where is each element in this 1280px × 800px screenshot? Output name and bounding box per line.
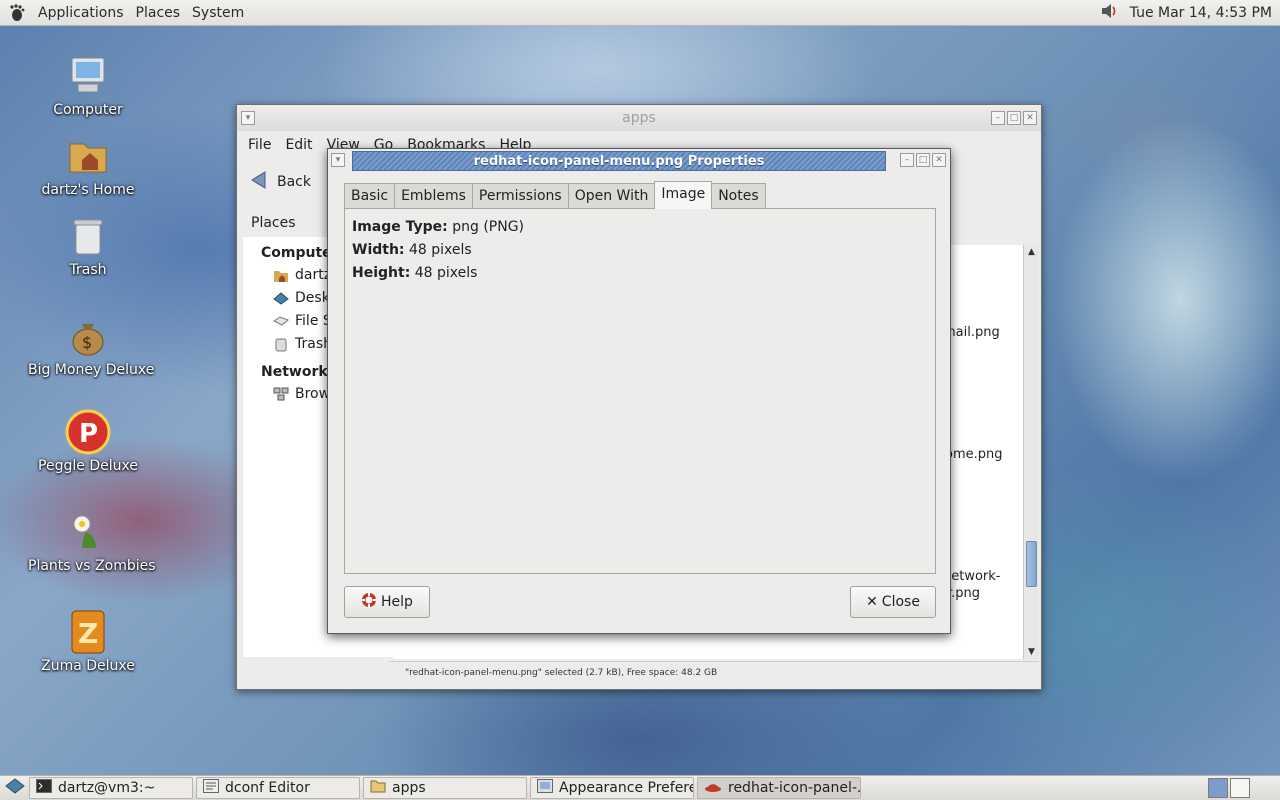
properties-dialog: ▾ redhat-icon-panel-menu.png Properties … — [327, 148, 951, 634]
back-arrow-icon — [249, 170, 269, 194]
width-row: Width: 48 pixels — [352, 242, 472, 258]
menu-file[interactable]: File — [241, 137, 278, 153]
appearance-icon — [537, 779, 553, 797]
image-type-value: png (PNG) — [452, 219, 525, 235]
clock[interactable]: Tue Mar 14, 4:53 PM — [1130, 5, 1272, 21]
desktop-icon — [273, 290, 289, 306]
close-window-button[interactable]: ✕ — [1023, 111, 1037, 125]
fm-titlebar[interactable]: ▾ apps – □ ✕ — [237, 105, 1041, 131]
desktop-icon-home[interactable]: dartz's Home — [28, 132, 148, 198]
width-value: 48 pixels — [408, 242, 472, 258]
desktop-icon-zuma[interactable]: Z Zuma Deluxe — [28, 608, 148, 674]
volume-icon[interactable] — [1100, 2, 1120, 24]
desktop-icon-plants[interactable]: Plants vs Zombies — [28, 508, 156, 574]
workspace-1[interactable] — [1208, 778, 1228, 798]
computer-icon — [64, 52, 112, 100]
peggle-icon: P — [64, 408, 112, 456]
places-menu[interactable]: Places — [130, 5, 187, 21]
svg-text:$: $ — [82, 333, 92, 352]
svg-text:Z: Z — [78, 617, 98, 650]
window-menu-button[interactable]: ▾ — [241, 111, 255, 125]
bottom-panel: dartz@vm3:~ dconf Editor apps Appearance… — [0, 775, 1280, 800]
trash-icon — [273, 336, 289, 352]
drive-icon — [273, 313, 289, 329]
scrollbar-thumb[interactable] — [1026, 541, 1037, 587]
task-terminal[interactable]: dartz@vm3:~ — [29, 777, 193, 799]
tab-emblems[interactable]: Emblems — [394, 183, 473, 209]
height-row: Height: 48 pixels — [352, 265, 478, 281]
status-bar: "redhat-icon-panel-menu.png" selected (2… — [389, 661, 1039, 683]
dialog-minimize-button[interactable]: – — [900, 153, 914, 167]
image-type-row: Image Type: png (PNG) — [352, 219, 525, 235]
file-item-label[interactable]: network- — [943, 569, 1000, 584]
dialog-maximize-button[interactable]: □ — [916, 153, 930, 167]
tab-notes[interactable]: Notes — [711, 183, 766, 209]
tab-image[interactable]: Image — [654, 181, 713, 209]
file-view-scrollbar[interactable]: ▲ ▼ — [1023, 245, 1039, 659]
tab-open-with[interactable]: Open With — [567, 183, 656, 209]
system-menu[interactable]: System — [186, 5, 250, 21]
file-item-label[interactable]: mail.png — [943, 325, 1000, 340]
home-folder-icon — [64, 132, 112, 180]
plants-icon — [64, 508, 112, 556]
workspace-2[interactable] — [1230, 778, 1250, 798]
help-button[interactable]: Help — [344, 586, 430, 618]
workspace-switcher — [1208, 778, 1250, 798]
dialog-title[interactable]: redhat-icon-panel-menu.png Properties — [352, 151, 886, 171]
applications-menu[interactable]: Applications — [32, 5, 130, 21]
terminal-icon — [36, 779, 52, 797]
dialog-close-x-button[interactable]: ✕ — [932, 153, 946, 167]
menu-edit[interactable]: Edit — [278, 137, 319, 153]
tab-bar: Basic Emblems Permissions Open With Imag… — [344, 181, 766, 209]
help-icon — [361, 592, 377, 612]
tab-permissions[interactable]: Permissions — [471, 183, 569, 209]
close-button[interactable]: ✕ Close — [850, 586, 936, 618]
task-appearance[interactable]: Appearance Prefere... — [530, 777, 694, 799]
file-item-label[interactable]: r.png — [947, 586, 980, 601]
trash-icon — [64, 212, 112, 260]
task-redhat-properties[interactable]: redhat-icon-panel-... — [697, 777, 861, 799]
maximize-button[interactable]: □ — [1007, 111, 1021, 125]
close-icon: ✕ — [866, 594, 878, 610]
desktop-icon-computer[interactable]: Computer — [28, 52, 148, 118]
scroll-up-icon[interactable]: ▲ — [1024, 245, 1039, 259]
gnome-foot-icon[interactable] — [6, 2, 28, 24]
tab-basic[interactable]: Basic — [344, 183, 396, 209]
file-item-label[interactable]: ome.png — [945, 447, 1003, 462]
desktop-icon-big-money[interactable]: $ Big Money Deluxe — [28, 312, 154, 378]
folder-icon — [370, 779, 386, 797]
task-dconf[interactable]: dconf Editor — [196, 777, 360, 799]
height-value: 48 pixels — [414, 265, 478, 281]
scroll-down-icon[interactable]: ▼ — [1024, 645, 1039, 659]
places-selector[interactable]: Places — [251, 215, 296, 231]
svg-text:P: P — [79, 419, 98, 449]
home-icon — [273, 267, 289, 283]
top-panel: Applications Places System Tue Mar 14, 4… — [0, 0, 1280, 26]
desktop-icon-trash[interactable]: Trash — [28, 212, 148, 278]
fm-title: apps — [622, 110, 656, 126]
money-bag-icon: $ — [64, 312, 112, 360]
show-desktop-icon[interactable] — [4, 776, 26, 800]
dconf-icon — [203, 779, 219, 797]
redhat-icon — [704, 780, 722, 796]
image-tab-panel: Image Type: png (PNG) Width: 48 pixels H… — [344, 208, 936, 574]
task-apps-folder[interactable]: apps — [363, 777, 527, 799]
network-icon — [273, 386, 289, 402]
desktop-icon-peggle[interactable]: P Peggle Deluxe — [28, 408, 148, 474]
minimize-button[interactable]: – — [991, 111, 1005, 125]
dialog-menu-button[interactable]: ▾ — [331, 153, 345, 167]
zuma-icon: Z — [64, 608, 112, 656]
